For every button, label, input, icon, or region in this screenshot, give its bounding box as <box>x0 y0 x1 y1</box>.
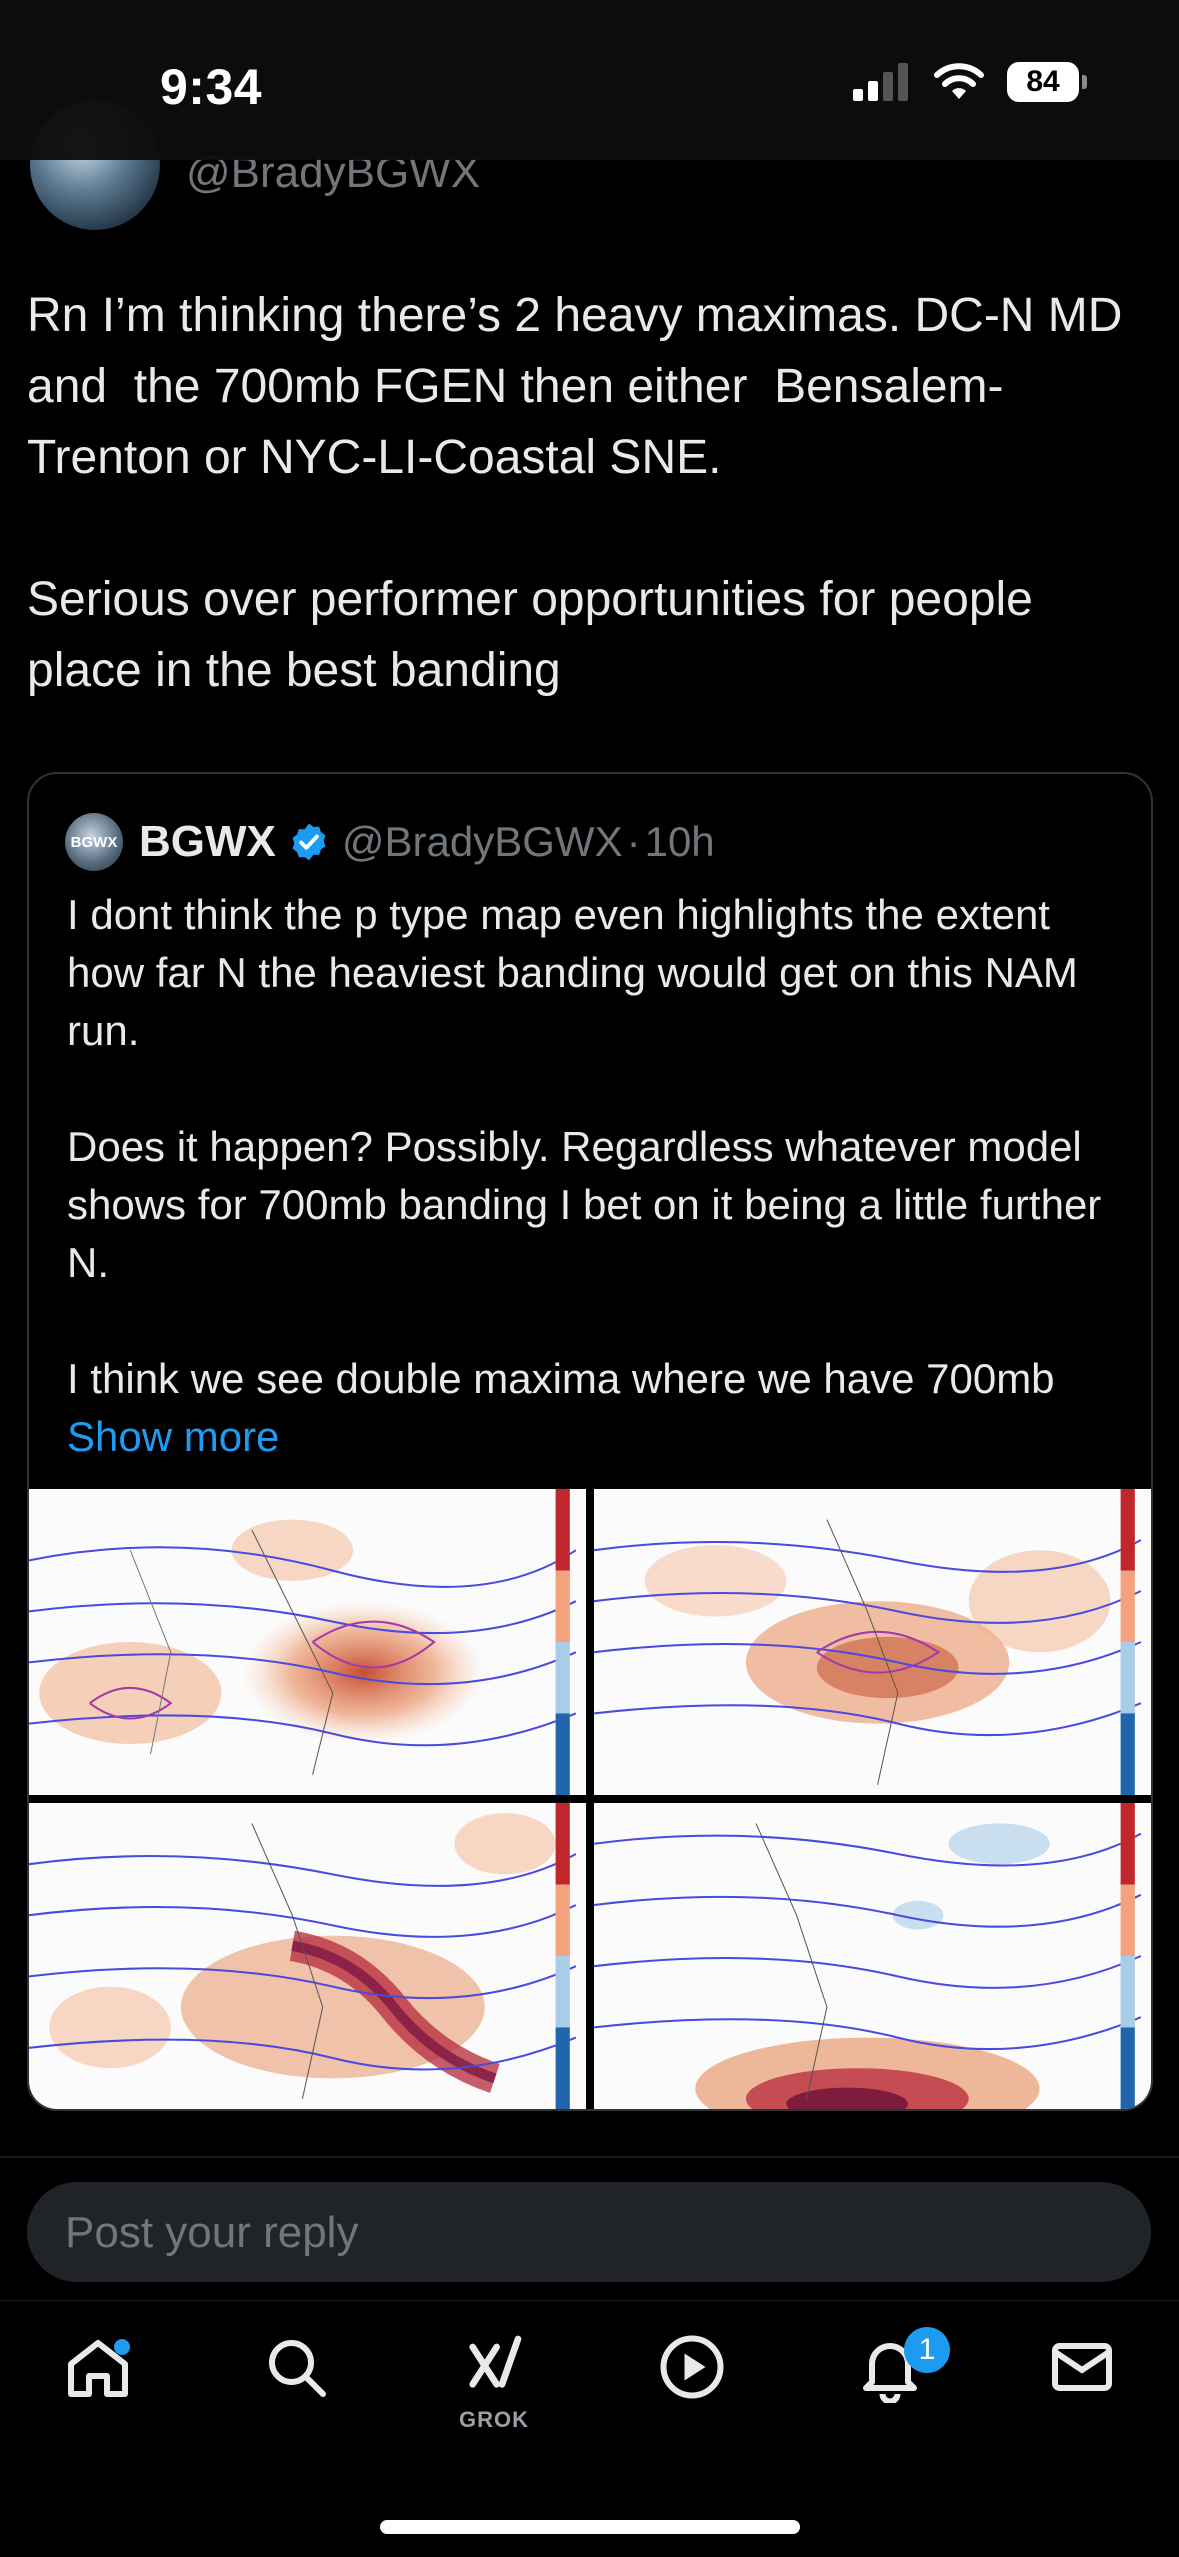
reply-input[interactable] <box>63 2182 1107 2284</box>
status-icons: 84 <box>853 62 1087 102</box>
reply-composer[interactable] <box>27 2182 1151 2284</box>
status-time: 9:34 <box>160 59 263 115</box>
weather-map-image-1[interactable] <box>29 1489 586 1795</box>
tab-messages[interactable] <box>1032 2331 1132 2441</box>
tab-search[interactable] <box>246 2331 346 2441</box>
map-graphic-3 <box>29 1803 577 2109</box>
grok-label: GROK <box>459 2407 529 2432</box>
quoted-avatar[interactable]: BGWX <box>65 813 123 871</box>
quoted-body: I dont think the p type map even highlig… <box>67 891 1102 1402</box>
home-notification-dot <box>114 2339 130 2355</box>
battery-indicator: 84 <box>1007 62 1087 102</box>
play-circle-icon <box>660 2335 724 2399</box>
media-grid <box>29 1489 1151 2109</box>
grok-icon <box>469 2335 522 2388</box>
map-graphic-1 <box>29 1489 577 1795</box>
show-more-link[interactable]: Show more <box>67 1413 279 1460</box>
weather-map-image-2[interactable] <box>594 1489 1151 1795</box>
map-graphic-4 <box>594 1803 1142 2109</box>
tab-notifications[interactable]: 1 <box>840 2327 950 2441</box>
status-bar: 9:34 84 <box>0 0 1179 160</box>
quoted-post-header: BGWX BGWX @BradyBGWX · 10h <box>65 812 715 872</box>
quoted-timestamp: 10h <box>644 818 715 865</box>
tab-video[interactable] <box>642 2331 742 2441</box>
divider <box>0 2156 1179 2158</box>
map-graphic-2 <box>594 1489 1142 1795</box>
quoted-handle[interactable]: @BradyBGWX <box>342 818 623 866</box>
cellular-signal-icon <box>853 63 908 101</box>
search-icon <box>269 2340 326 2397</box>
quoted-post[interactable]: BGWX BGWX @BradyBGWX · 10h I dont think … <box>27 772 1153 2111</box>
weather-map-image-4[interactable] <box>594 1803 1151 2109</box>
weather-map-image-3[interactable] <box>29 1803 586 2109</box>
wifi-icon <box>934 63 984 99</box>
verified-badge-icon <box>292 823 326 861</box>
mail-icon <box>1052 2343 1112 2391</box>
tab-grok[interactable]: GROK <box>444 2331 544 2441</box>
quoted-text: I dont think the p type map even highlig… <box>67 886 1127 1466</box>
bottom-tab-bar: GROK 1 <box>0 2300 1179 2557</box>
tab-home[interactable] <box>48 2331 148 2441</box>
post-text: Rn I’m thinking there’s 2 heavy maximas.… <box>27 289 1123 697</box>
meta-separator: · <box>626 818 641 865</box>
quoted-author-name[interactable]: BGWX <box>139 817 276 867</box>
home-indicator <box>380 2520 800 2534</box>
notifications-badge: 1 <box>904 2327 950 2373</box>
